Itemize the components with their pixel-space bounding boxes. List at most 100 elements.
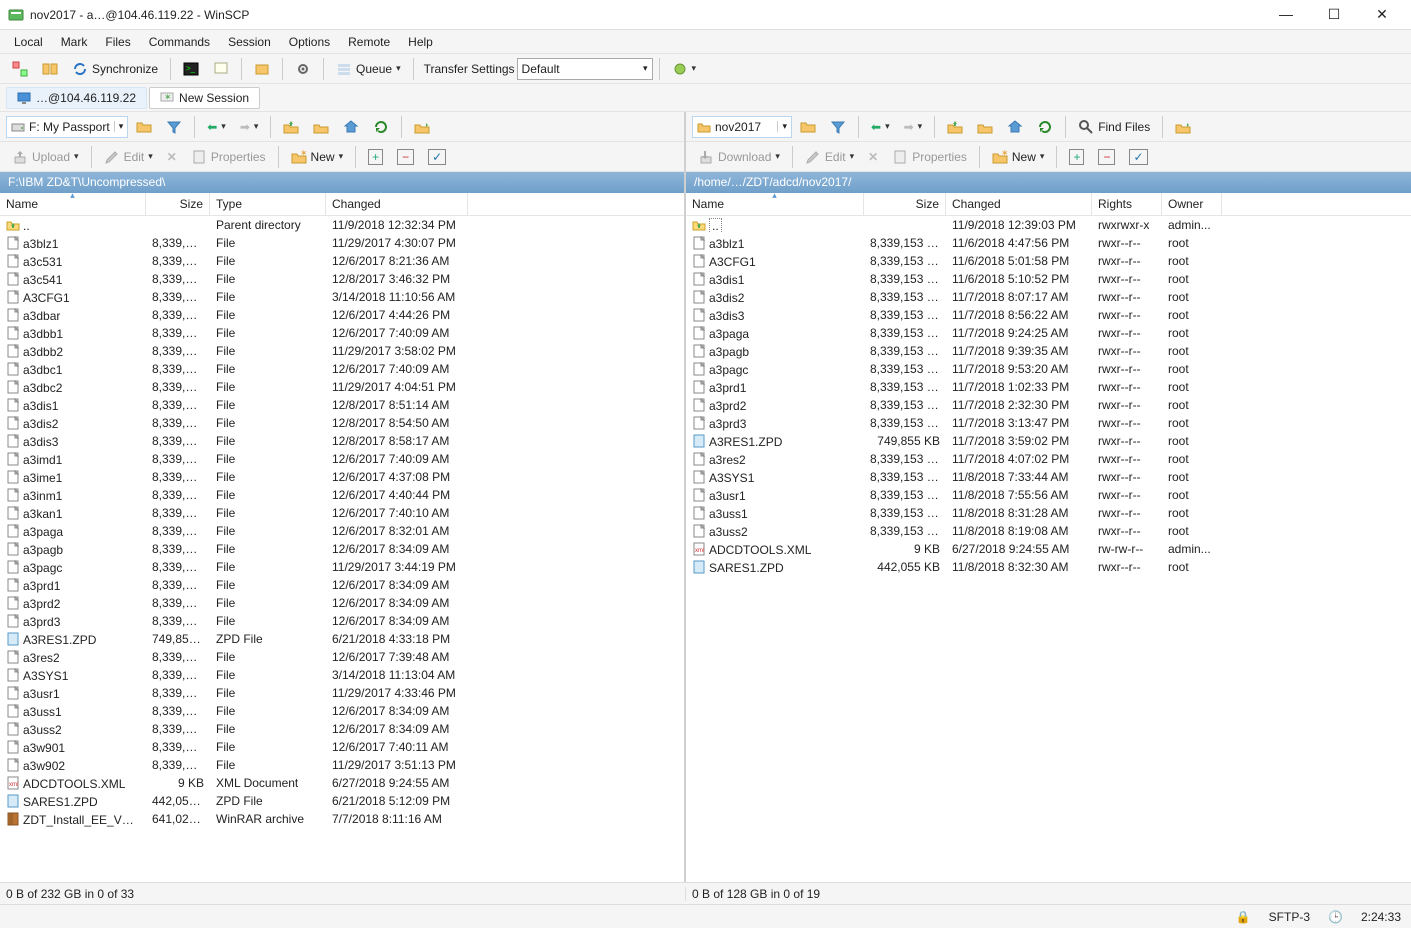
list-item[interactable]: a3pagb8,339,15...File12/6/2017 8:34:09 A… — [0, 540, 684, 558]
local-filter-icon[interactable] — [160, 116, 188, 138]
console-icon[interactable]: >_ — [177, 58, 205, 80]
list-item[interactable]: a3dis38,339,15...File12/8/2017 8:58:17 A… — [0, 432, 684, 450]
remote-folder-combo[interactable]: nov2017 ▾ — [692, 116, 792, 138]
maximize-button[interactable]: ☐ — [1319, 6, 1349, 23]
remote-col-size[interactable]: Size — [864, 193, 946, 215]
minimize-button[interactable]: — — [1271, 6, 1301, 23]
options-icon[interactable] — [289, 58, 317, 80]
list-item[interactable]: a3dbc28,339,15...File11/29/2017 4:04:51 … — [0, 378, 684, 396]
list-item[interactable]: a3blz18,339,15...File11/29/2017 4:30:07 … — [0, 234, 684, 252]
list-item[interactable]: SARES1.ZPD442,055 KB11/8/2018 8:32:30 AM… — [686, 558, 1411, 576]
putty-icon[interactable] — [207, 58, 235, 80]
remote-delete-icon[interactable]: ✕ — [862, 147, 884, 167]
remote-parent-icon[interactable] — [941, 116, 969, 138]
remote-col-owner[interactable]: Owner — [1162, 193, 1222, 215]
list-item[interactable]: a3c5418,339,15...File12/8/2017 3:46:32 P… — [0, 270, 684, 288]
local-col-changed[interactable]: Changed — [326, 193, 468, 215]
menu-options[interactable]: Options — [281, 33, 338, 51]
list-item[interactable]: a3inm18,339,15...File12/6/2017 4:40:44 P… — [0, 486, 684, 504]
remote-forward-button[interactable]: ➡ ▾ — [898, 117, 929, 137]
local-properties-button[interactable]: Properties — [185, 146, 272, 168]
list-item[interactable]: a3usr18,339,153 KB11/8/2018 7:55:56 AMrw… — [686, 486, 1411, 504]
local-bookmark-icon[interactable] — [408, 116, 436, 138]
local-edit-button[interactable]: Edit ▾ — [98, 146, 159, 168]
list-item[interactable]: xmlADCDTOOLS.XML9 KBXML Document6/27/201… — [0, 774, 684, 792]
local-refresh-icon[interactable] — [367, 116, 395, 138]
local-back-button[interactable]: ⬅ ▾ — [201, 117, 232, 137]
list-item[interactable]: a3kan18,339,15...File12/6/2017 7:40:10 A… — [0, 504, 684, 522]
local-path-bar[interactable]: F:\IBM ZD&T\Uncompressed\ — [0, 172, 684, 193]
list-item[interactable]: a3prd38,339,153 KB11/7/2018 3:13:47 PMrw… — [686, 414, 1411, 432]
upload-button[interactable]: Upload ▾ — [6, 146, 85, 168]
list-item[interactable]: A3SYS18,339,15...File3/14/2018 11:13:04 … — [0, 666, 684, 684]
remote-root-icon[interactable] — [971, 116, 999, 138]
list-item[interactable]: a3paga8,339,15...File12/6/2017 8:32:01 A… — [0, 522, 684, 540]
compare-dirs-icon[interactable] — [6, 58, 34, 80]
menu-help[interactable]: Help — [400, 33, 441, 51]
close-button[interactable]: ✕ — [1367, 6, 1397, 23]
list-item[interactable]: a3w9028,339,15...File11/29/2017 3:51:13 … — [0, 756, 684, 774]
list-item[interactable]: A3CFG18,339,153 KB11/6/2018 5:01:58 PMrw… — [686, 252, 1411, 270]
list-item[interactable]: a3c5318,339,15...File12/6/2017 8:21:36 A… — [0, 252, 684, 270]
list-item[interactable]: a3pagb8,339,153 KB11/7/2018 9:39:35 AMrw… — [686, 342, 1411, 360]
list-item[interactable]: a3imd18,339,15...File12/6/2017 7:40:09 A… — [0, 450, 684, 468]
list-item[interactable]: a3dbb18,339,15...File12/6/2017 7:40:09 A… — [0, 324, 684, 342]
queue-button[interactable]: Queue ▾ — [330, 58, 407, 80]
local-col-name[interactable]: Name — [0, 193, 146, 215]
transfer-settings-combo[interactable]: Default▾ — [517, 58, 653, 80]
list-item[interactable]: a3res28,339,153 KB11/7/2018 4:07:02 PMrw… — [686, 450, 1411, 468]
menu-local[interactable]: Local — [6, 33, 51, 51]
list-item[interactable]: a3prd38,339,15...File12/6/2017 8:34:09 A… — [0, 612, 684, 630]
local-file-list[interactable]: Name Size Type Changed ..Parent director… — [0, 193, 684, 882]
local-parent-icon[interactable] — [277, 116, 305, 138]
menu-commands[interactable]: Commands — [141, 33, 218, 51]
list-item[interactable]: a3prd18,339,153 KB11/7/2018 1:02:33 PMrw… — [686, 378, 1411, 396]
list-item[interactable]: a3paga8,339,153 KB11/7/2018 9:24:25 AMrw… — [686, 324, 1411, 342]
list-item[interactable]: xmlADCDTOOLS.XML9 KB6/27/2018 9:24:55 AM… — [686, 540, 1411, 558]
list-item[interactable]: A3RES1.ZPD749,855 KB11/7/2018 3:59:02 PM… — [686, 432, 1411, 450]
list-item[interactable]: a3uss18,339,15...File12/6/2017 8:34:09 A… — [0, 702, 684, 720]
list-item[interactable]: a3uss18,339,153 KB11/8/2018 8:31:28 AMrw… — [686, 504, 1411, 522]
list-item[interactable]: a3dbc18,339,15...File12/6/2017 7:40:09 A… — [0, 360, 684, 378]
list-item[interactable]: a3dis28,339,153 KB11/7/2018 8:07:17 AMrw… — [686, 288, 1411, 306]
local-plus-icon[interactable]: + — [362, 146, 389, 168]
local-home-icon[interactable] — [337, 116, 365, 138]
remote-properties-button[interactable]: Properties — [886, 146, 973, 168]
menu-session[interactable]: Session — [220, 33, 279, 51]
list-item[interactable]: a3uss28,339,15...File12/6/2017 8:34:09 A… — [0, 720, 684, 738]
new-session-tab[interactable]: ✶ New Session — [149, 87, 260, 109]
local-new-button[interactable]: ✶New ▾ — [285, 146, 350, 168]
list-item[interactable]: a3dbar8,339,15...File12/6/2017 4:44:26 P… — [0, 306, 684, 324]
list-item[interactable]: a3dis38,339,153 KB11/7/2018 8:56:22 AMrw… — [686, 306, 1411, 324]
list-item[interactable]: a3uss28,339,153 KB11/8/2018 8:19:08 AMrw… — [686, 522, 1411, 540]
remote-open-folder-icon[interactable] — [794, 116, 822, 138]
list-item[interactable]: A3SYS18,339,153 KB11/8/2018 7:33:44 AMrw… — [686, 468, 1411, 486]
remote-path-bar[interactable]: /home/…/ZDT/adcd/nov2017/ — [686, 172, 1411, 193]
remote-file-list[interactable]: Name Size Changed Rights Owner ..11/9/20… — [686, 193, 1411, 882]
list-item[interactable]: a3pagc8,339,15...File11/29/2017 3:44:19 … — [0, 558, 684, 576]
list-item[interactable]: a3w9018,339,15...File12/6/2017 7:40:11 A… — [0, 738, 684, 756]
list-item[interactable]: a3blz18,339,153 KB11/6/2018 4:47:56 PMrw… — [686, 234, 1411, 252]
local-forward-button[interactable]: ➡ ▾ — [234, 117, 265, 137]
list-item[interactable]: ..11/9/2018 12:39:03 PMrwxrwxr-xadmin... — [686, 216, 1411, 234]
list-item[interactable]: A3RES1.ZPD749,855 KBZPD File6/21/2018 4:… — [0, 630, 684, 648]
list-item[interactable]: a3pagc8,339,153 KB11/7/2018 9:53:20 AMrw… — [686, 360, 1411, 378]
list-item[interactable]: a3res28,339,15...File12/6/2017 7:39:48 A… — [0, 648, 684, 666]
remote-edit-button[interactable]: Edit ▾ — [799, 146, 860, 168]
find-files-button[interactable]: Find Files — [1072, 116, 1156, 138]
local-check-icon[interactable]: ✓ — [422, 146, 452, 168]
remote-refresh-icon[interactable] — [1031, 116, 1059, 138]
local-col-type[interactable]: Type — [210, 193, 326, 215]
lock-icon[interactable]: 🔒 — [1236, 910, 1251, 924]
remote-filter-icon[interactable] — [824, 116, 852, 138]
local-root-icon[interactable] — [307, 116, 335, 138]
list-item[interactable]: a3dbb28,339,15...File11/29/2017 3:58:02 … — [0, 342, 684, 360]
download-button[interactable]: Download ▾ — [692, 146, 786, 168]
remote-col-changed[interactable]: Changed — [946, 193, 1092, 215]
remote-col-rights[interactable]: Rights — [1092, 193, 1162, 215]
list-item[interactable]: a3dis28,339,15...File12/8/2017 8:54:50 A… — [0, 414, 684, 432]
local-minus-icon[interactable]: − — [391, 146, 420, 168]
list-item[interactable]: a3prd18,339,15...File12/6/2017 8:34:09 A… — [0, 576, 684, 594]
list-item[interactable]: a3prd28,339,153 KB11/7/2018 2:32:30 PMrw… — [686, 396, 1411, 414]
remote-new-button[interactable]: ✶New ▾ — [986, 146, 1051, 168]
